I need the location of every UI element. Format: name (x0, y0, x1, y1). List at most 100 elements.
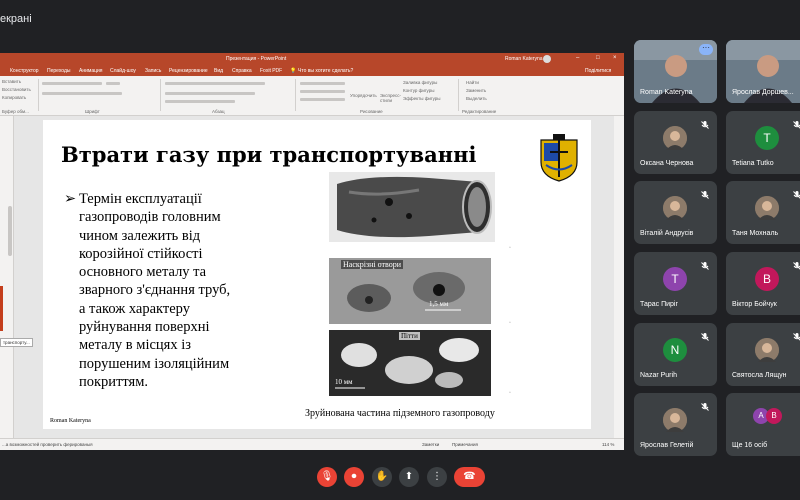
ppt-ribbon: Вставить Восстановить Копировать Буфер о… (0, 76, 624, 116)
ribbon-group-label: Буфер обм... (2, 109, 29, 114)
participant-name: Таня Мохналь (732, 230, 779, 237)
participant-name: Ще 16 осіб (732, 442, 768, 449)
zoom-level[interactable]: 114 % (602, 442, 614, 447)
hang-up-button[interactable]: ☎ (454, 467, 485, 487)
ribbon-separator (295, 79, 296, 111)
participant-name: Nazar Purih (640, 372, 677, 379)
participant-tile[interactable]: Таня Мохналь (726, 181, 800, 244)
present-button[interactable]: ⬆ (399, 467, 419, 487)
slide-scrollbar[interactable] (614, 116, 624, 438)
paragraph-row[interactable] (165, 100, 235, 103)
ribbon-separator (458, 79, 459, 111)
body-line: покриттям. (79, 373, 149, 390)
participant-tile[interactable]: Віталій Андрусів (634, 181, 717, 244)
replace-button[interactable]: Заменить (466, 88, 486, 93)
mic-off-icon (700, 329, 710, 341)
participant-name: Святосла Лящун (732, 372, 787, 379)
ppt-tab[interactable]: Запись (145, 68, 161, 74)
maximize-icon[interactable]: □ (596, 55, 600, 61)
quick-styles-button[interactable]: Экспресс-стили (380, 93, 401, 103)
present-icon: ⬆ (404, 471, 414, 482)
body-line: газопроводів головним (79, 209, 221, 226)
arrange-button[interactable]: Упорядочить (350, 93, 377, 98)
participant-name: Tetiana Tutko (732, 160, 774, 167)
mic-off-button[interactable]: 🎙 (317, 467, 337, 487)
participant-tile[interactable]: B Віктор Бойчук (726, 252, 800, 315)
lightbulb-icon: 💡 (290, 68, 297, 74)
bullet-arrow-icon: ➢ (64, 191, 77, 207)
more-options-button[interactable]: ⋮ (427, 467, 447, 487)
select-button[interactable]: Выделить (466, 96, 487, 101)
mic-off-icon (792, 117, 800, 129)
selected-thumbnail[interactable] (0, 286, 3, 331)
font-size-box[interactable] (106, 82, 120, 85)
camera-off-button[interactable]: ⏺ (344, 467, 364, 487)
body-line: порушеним ізоляційним (79, 355, 230, 372)
shapes-gallery[interactable] (300, 82, 345, 85)
participant-tile[interactable]: Ярослав Доршев... (726, 40, 800, 103)
participant-tile[interactable]: N Nazar Purih (634, 323, 717, 386)
minimize-icon[interactable]: – (576, 55, 579, 61)
paragraph-row[interactable] (165, 92, 255, 95)
avatar: T (755, 126, 779, 150)
body-line: зварного з'єднання труб, (79, 282, 231, 299)
find-button[interactable]: Найти (466, 80, 479, 85)
ppt-share-button[interactable]: Поділитися (585, 68, 611, 74)
body-line: корозійної стійкості (79, 245, 203, 262)
comments-button[interactable]: Примечания (452, 442, 478, 447)
participant-tile[interactable]: T Тарас Пиріг (634, 252, 717, 315)
ribbon-item[interactable]: Вставить (2, 79, 21, 84)
ppt-tab[interactable]: Справка (232, 68, 252, 74)
placeholder-mark: ▫ (509, 320, 511, 326)
ribbon-item[interactable]: Копировать (2, 95, 26, 100)
ppt-tab[interactable]: Анимация (79, 68, 102, 74)
shape-outline-button[interactable]: Контур фигуры (403, 88, 434, 93)
slide-body: ➢ Термін експлуатації газопроводів голов… (64, 190, 309, 391)
participant-name: Тарас Пиріг (640, 301, 679, 308)
participant-tile[interactable]: Оксана Чернова (634, 111, 717, 174)
participant-name: Ярослав Гелетій (640, 442, 694, 449)
photo-caption: Пітти (399, 332, 420, 340)
participant-name: Roman Kateryna (640, 89, 693, 96)
participant-tile[interactable]: A B Ще 16 осіб (726, 393, 800, 456)
through-holes-photo: Наскрізні отвори 1,5 мм (329, 258, 491, 324)
font-format-row[interactable] (42, 92, 122, 95)
presentation-label: екрані (0, 13, 32, 25)
thumbnail-scrollbar[interactable] (8, 206, 12, 256)
avatar: N (663, 338, 687, 362)
raise-hand-icon: ✋ (375, 471, 389, 482)
participant-tile[interactable]: Ярослав Гелетій (634, 393, 717, 456)
top-bar: екрані (0, 0, 800, 36)
participant-tile[interactable]: T Tetiana Tutko (726, 111, 800, 174)
slide-footer: Roman Kateryna (50, 418, 91, 424)
ppt-title-bar: Презентация - PowerPoint Roman Kateryna … (0, 53, 624, 65)
thumbnail-pane[interactable]: транспорту... (0, 116, 33, 438)
ppt-tab[interactable]: Переходы (47, 68, 70, 74)
ppt-tab[interactable]: Рецензирование (169, 68, 208, 74)
shapes-gallery[interactable] (300, 90, 345, 93)
raise-hand-button[interactable]: ✋ (372, 467, 392, 487)
participant-tile[interactable]: Святосла Лящун (726, 323, 800, 386)
close-icon[interactable]: × (613, 55, 617, 61)
paragraph-row[interactable] (165, 82, 265, 85)
shapes-gallery[interactable] (300, 98, 345, 101)
ppt-tab[interactable]: Вид (214, 68, 223, 74)
avatar: B (766, 408, 782, 424)
shape-effects-button[interactable]: Эффекты фигуры (403, 96, 441, 101)
notes-button[interactable]: Заметки (422, 442, 439, 447)
ppt-tab[interactable]: Слайд-шоу (110, 68, 136, 74)
body-line: а також характеру (79, 300, 190, 317)
font-name-box[interactable] (42, 82, 102, 85)
camera-off-icon: ⏺ (351, 471, 357, 482)
shape-fill-button[interactable]: Заливка фигуры (403, 80, 437, 85)
ribbon-group-label: Рисование (360, 109, 383, 114)
ppt-tab[interactable]: Foxit PDF (260, 68, 282, 74)
ribbon-item[interactable]: Восстановить (2, 87, 31, 92)
participant-tile[interactable]: ··· Roman Kateryna (634, 40, 717, 103)
ribbon-separator (160, 79, 161, 111)
ppt-tab[interactable]: Конструктор (10, 68, 39, 74)
hang-up-icon: ☎ (463, 471, 476, 482)
ppt-search-hint[interactable]: Что вы хотите сделать? (298, 68, 353, 74)
body-line: Термін експлуатації (79, 191, 202, 207)
ribbon-separator (38, 79, 39, 111)
